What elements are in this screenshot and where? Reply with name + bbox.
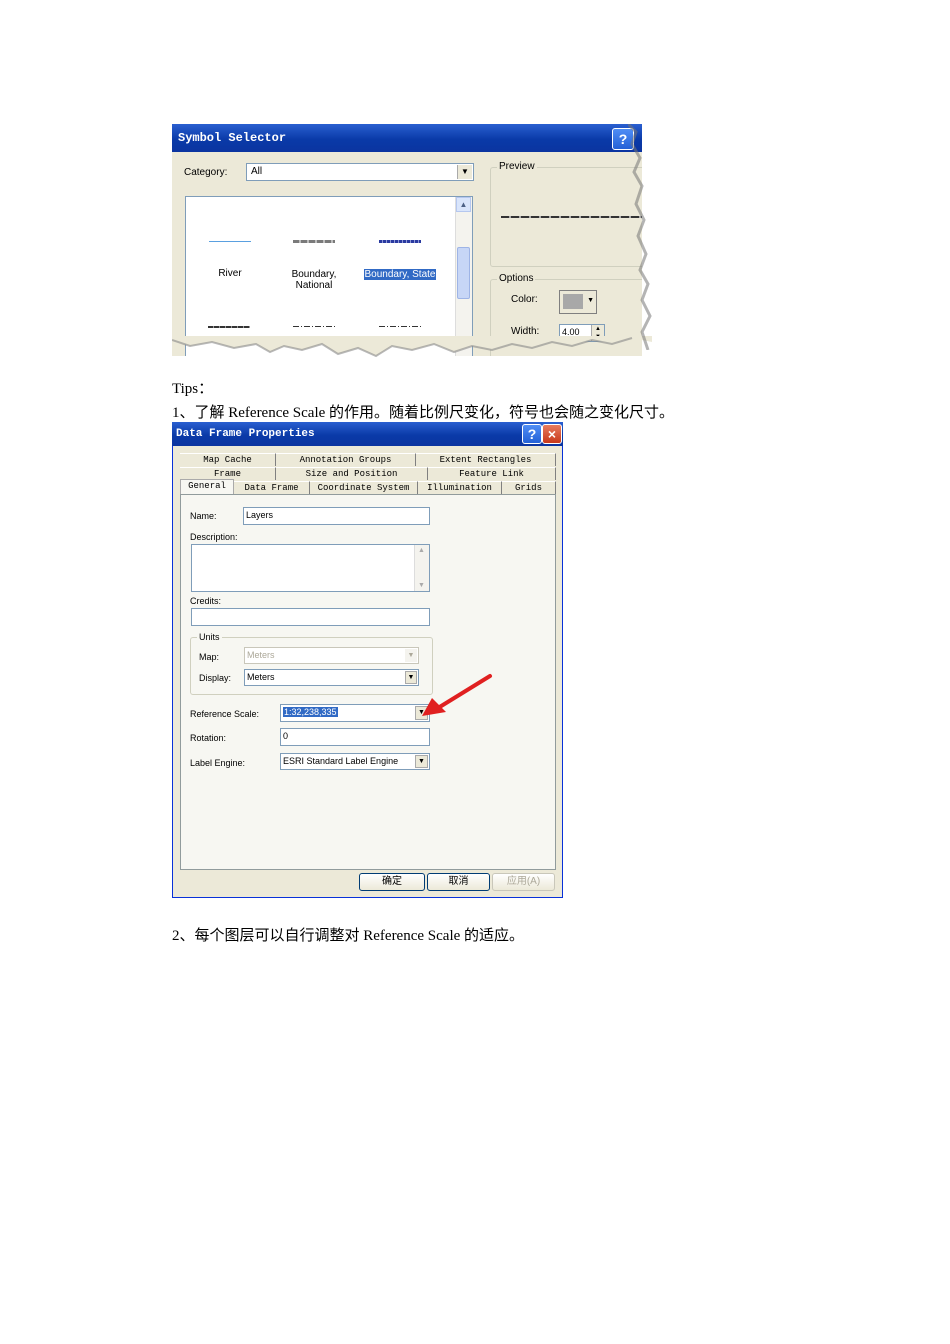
tab-map-cache[interactable]: Map Cache [180, 453, 276, 466]
symbol-swatch [379, 240, 421, 243]
symbol-label-line2: National [295, 280, 333, 291]
rotation-field[interactable]: 0 [280, 728, 430, 746]
scroll-up-icon[interactable]: ▲ [456, 197, 471, 212]
data-frame-titlebar: Data Frame Properties ? × [172, 422, 563, 446]
tab-data-frame[interactable]: Data Frame [234, 481, 310, 494]
options-label: Options [497, 273, 536, 284]
symbol-list[interactable]: River Boundary, National Boundary, State… [185, 196, 473, 356]
general-tab-panel: Name: Layers Description: ▲ ▼ Credits: U… [180, 494, 556, 870]
tab-general[interactable]: General [180, 479, 234, 494]
chevron-down-icon[interactable]: ▼ [415, 755, 428, 768]
symbol-label: Boundary, [291, 269, 337, 280]
reference-scale-combo[interactable]: 1:32,238,335 ▼ [280, 704, 430, 722]
map-units-dropdown: Meters ▼ [244, 647, 419, 664]
tab-size-and-position[interactable]: Size and Position [276, 467, 428, 480]
scroll-up-icon[interactable]: ▲ [418, 547, 425, 554]
tip-line-1: 1、了解 Reference Scale 的作用。随着比例尺变化，符号也会随之变… [172, 405, 675, 421]
tab-coordinate-system[interactable]: Coordinate System [310, 481, 418, 494]
label-engine-value: ESRI Standard Label Engine [283, 756, 399, 766]
scroll-thumb[interactable] [457, 247, 470, 299]
cancel-button[interactable]: 取消 [427, 873, 490, 891]
reference-scale-value: 1:32,238,335 [283, 707, 338, 717]
preview-group: Preview [490, 161, 642, 267]
symbol-label-selected: Boundary, State [363, 269, 437, 280]
credits-field[interactable] [191, 608, 430, 626]
description-scrollbar[interactable]: ▲ ▼ [414, 545, 429, 591]
display-units-value: Meters [247, 672, 275, 682]
symbol-swatch [209, 241, 251, 242]
name-field[interactable]: Layers [243, 507, 430, 525]
chevron-down-icon: ▼ [587, 297, 594, 304]
units-label: Units [197, 632, 222, 642]
rotation-label: Rotation: [190, 733, 227, 743]
symbol-swatch-row2-c [379, 326, 421, 327]
label-engine-label: Label Engine: [190, 758, 246, 768]
tip-line-2: 2、每个图层可以自行调整对 Reference Scale 的适应。 [172, 928, 525, 944]
symbol-list-scrollbar[interactable]: ▲ [455, 197, 472, 356]
torn-edge-shadow [172, 336, 652, 358]
name-value: Layers [246, 510, 274, 520]
apply-button[interactable]: 应用(A) [492, 873, 555, 891]
tab-extent-rectangles[interactable]: Extent Rectangles [416, 453, 556, 466]
symbol-item-boundary-state[interactable]: Boundary, State [360, 240, 440, 280]
color-swatch [563, 294, 583, 309]
data-frame-properties-window: Data Frame Properties ? × Map Cache Anno… [172, 422, 563, 898]
reference-scale-label: Reference Scale: [190, 709, 260, 719]
symbol-label: River [218, 268, 242, 279]
tips-heading: Tips： [172, 381, 214, 397]
symbol-swatch-row2-a [208, 326, 250, 328]
torn-edge-right [628, 124, 652, 350]
color-label: Color: [511, 294, 538, 305]
display-units-dropdown[interactable]: Meters ▼ [244, 669, 419, 686]
map-units-value: Meters [247, 650, 275, 660]
symbol-swatch-row2-b [293, 326, 335, 327]
credits-label: Credits: [190, 596, 222, 606]
symbol-item-river[interactable]: River [194, 241, 266, 279]
name-label: Name: [190, 511, 217, 521]
color-picker-button[interactable]: ▼ [559, 290, 597, 314]
tab-feature-link[interactable]: Feature Link [428, 467, 556, 480]
ok-button[interactable]: 确定 [359, 873, 425, 891]
description-field[interactable]: ▲ ▼ [191, 544, 430, 592]
preview-label: Preview [497, 161, 537, 172]
tab-illumination[interactable]: Illumination [418, 481, 502, 494]
window-title: Symbol Selector [178, 131, 287, 145]
chevron-down-icon: ▼ [405, 649, 417, 662]
units-group: Units Map: Meters ▼ Display: Meters ▼ [190, 632, 433, 695]
rotation-value: 0 [283, 731, 289, 741]
window-title: Data Frame Properties [176, 428, 315, 440]
close-button[interactable]: × [542, 424, 562, 444]
symbol-selector-titlebar: Symbol Selector ? [172, 124, 642, 152]
preview-swatch [501, 216, 642, 218]
description-label: Description: [190, 532, 238, 542]
red-arrow-annotation [422, 674, 492, 716]
arrow-shaft [436, 674, 492, 710]
tab-grids[interactable]: Grids [502, 481, 556, 494]
category-label: Category: [184, 167, 228, 178]
symbol-swatch [293, 240, 335, 243]
symbol-item-boundary-national[interactable]: Boundary, National [278, 240, 350, 291]
chevron-down-icon[interactable]: ▼ [457, 165, 472, 179]
tab-annotation-groups[interactable]: Annotation Groups [276, 453, 416, 466]
map-units-label: Map: [199, 652, 220, 662]
scroll-down-icon[interactable]: ▼ [418, 582, 425, 589]
display-units-label: Display: [199, 673, 232, 683]
help-button[interactable]: ? [522, 424, 542, 444]
category-dropdown[interactable]: All ▼ [246, 163, 474, 181]
label-engine-dropdown[interactable]: ESRI Standard Label Engine ▼ [280, 753, 430, 770]
category-value: All [251, 166, 263, 177]
symbol-selector-window: Symbol Selector ? Category: All ▼ River … [172, 124, 642, 356]
